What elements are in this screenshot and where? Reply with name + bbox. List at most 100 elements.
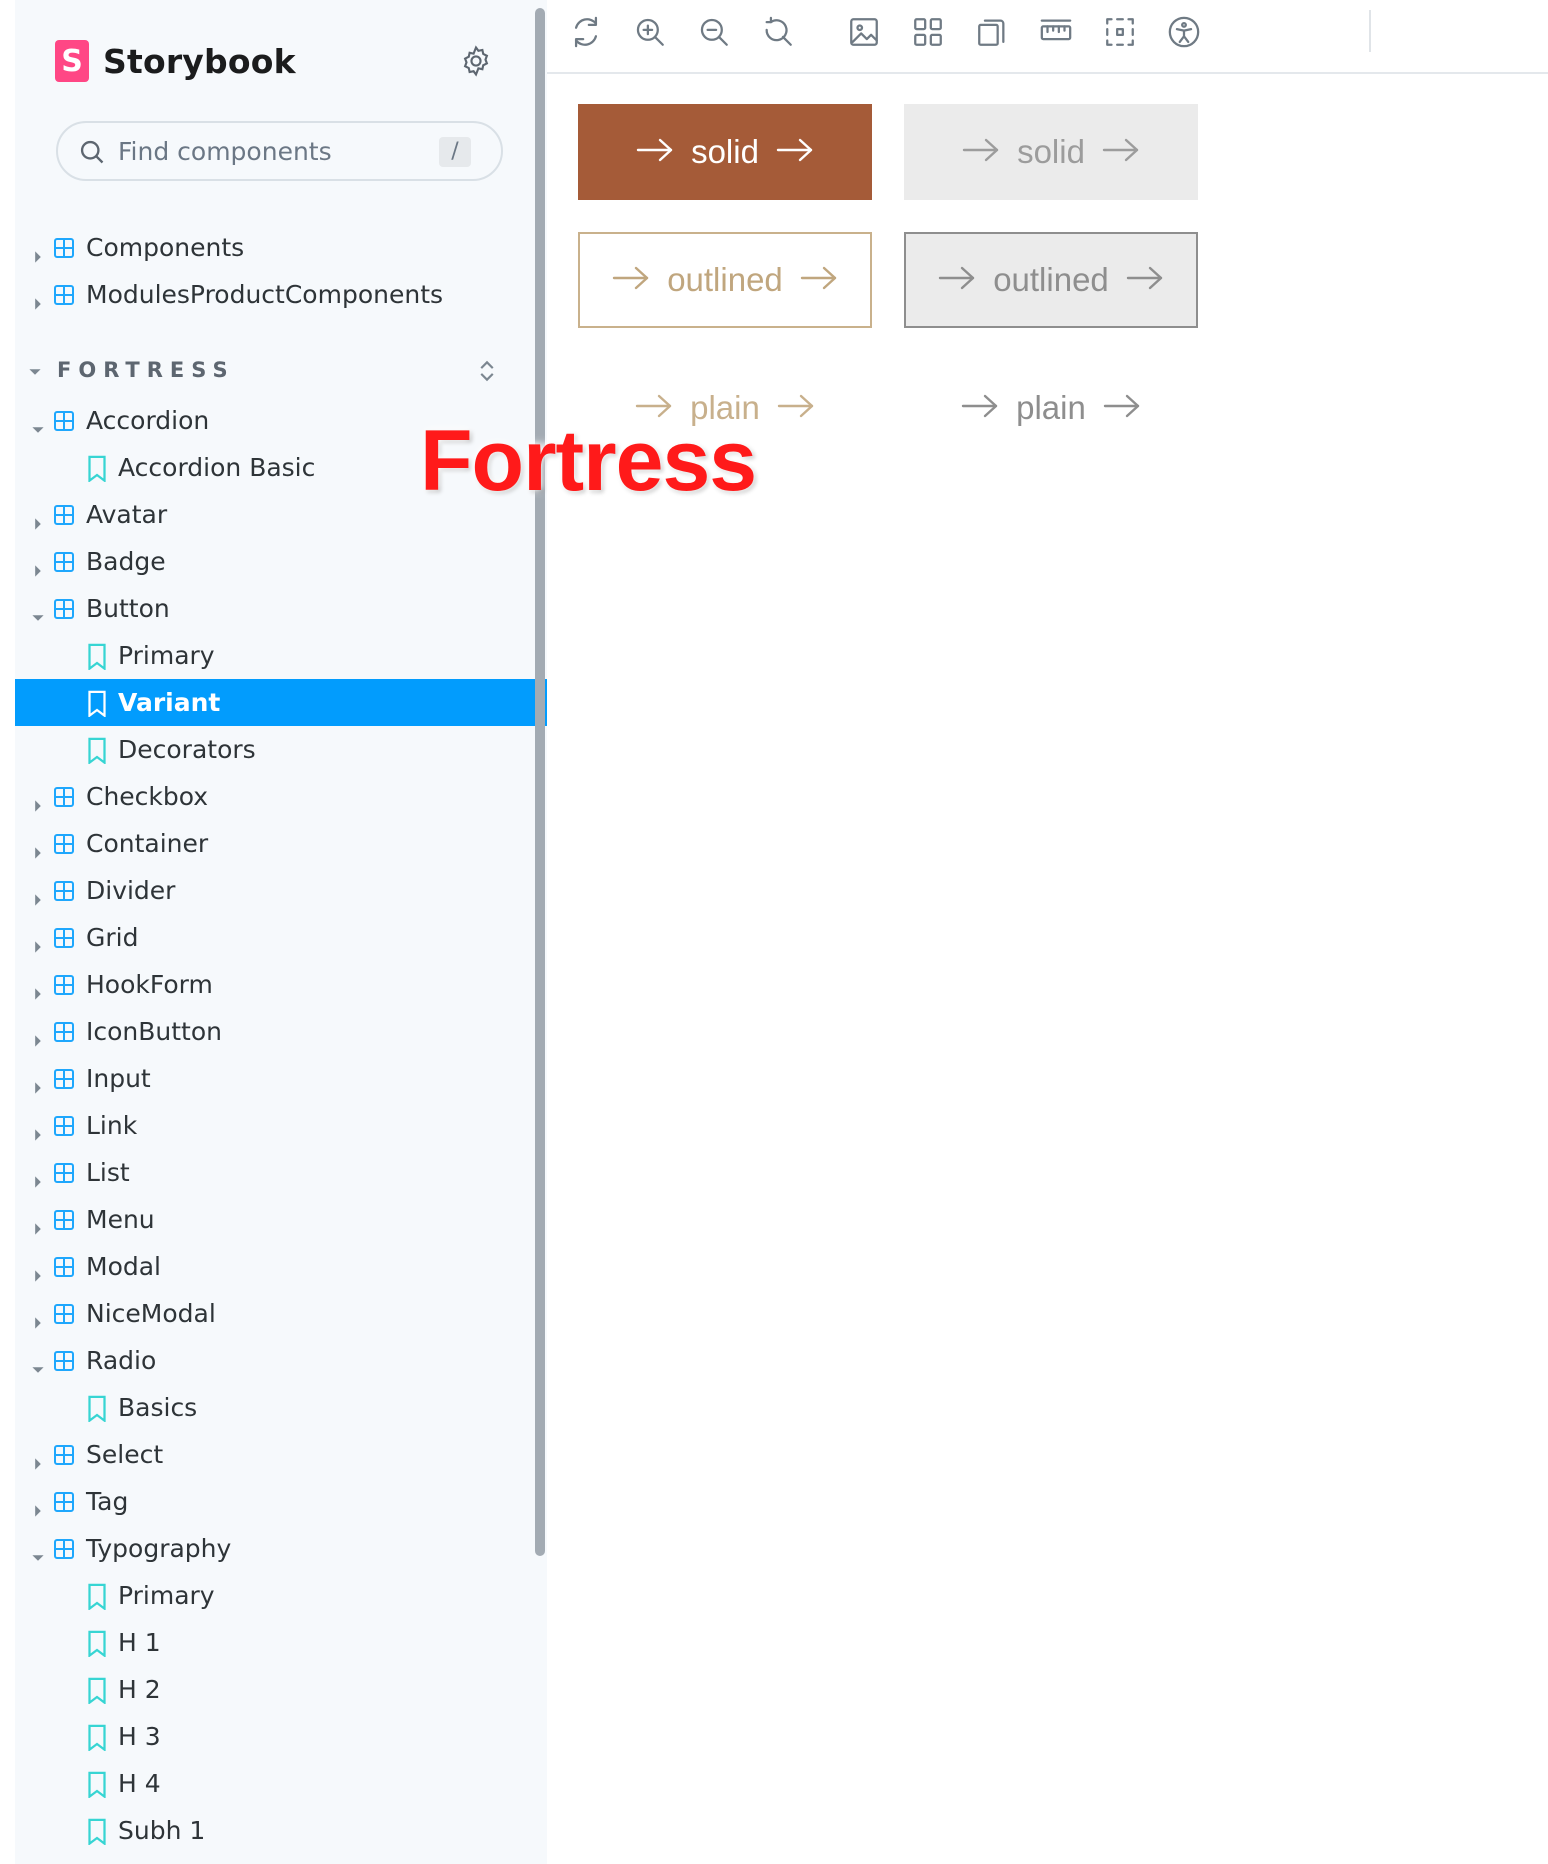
sidebar-item-button[interactable]: Button [15, 585, 547, 632]
sidebar-item-label: Button [86, 594, 170, 623]
arrow-right-icon [799, 261, 839, 299]
story-item-label: H 1 [118, 1628, 161, 1657]
zoom-in-icon[interactable] [633, 15, 669, 51]
sidebar-item-divider[interactable]: Divider [15, 867, 547, 914]
story-item-variant[interactable]: Variant [15, 679, 547, 726]
sidebar-item-typography[interactable]: Typography [15, 1525, 547, 1572]
sidebar-item-label: Menu [86, 1205, 155, 1234]
sidebar-item-label: Avatar [86, 500, 168, 529]
sidebar-item-container[interactable]: Container [15, 820, 547, 867]
sidebar-item-iconbutton[interactable]: IconButton [15, 1008, 547, 1055]
story-item-basics[interactable]: Basics [15, 1384, 547, 1431]
viewport-icon[interactable] [975, 15, 1011, 51]
search-field[interactable]: Find components / [56, 121, 503, 181]
sidebar-item-label: Checkbox [86, 782, 209, 811]
chevron-right-icon [31, 1307, 45, 1329]
chevron-right-icon [31, 288, 45, 310]
accessibility-icon[interactable] [1167, 15, 1203, 51]
reset-zoom-icon[interactable] [761, 15, 797, 51]
chevron-right-icon [31, 1025, 45, 1047]
chevron-right-icon [31, 884, 45, 906]
component-icon [52, 409, 76, 433]
story-item-label: Decorators [118, 735, 256, 764]
background-icon[interactable] [847, 15, 883, 51]
sidebar-item-link[interactable]: Link [15, 1102, 547, 1149]
bookmark-icon [87, 690, 107, 718]
story-item-decorators[interactable]: Decorators [15, 726, 547, 773]
chevron-down-icon [31, 1354, 45, 1373]
story-item-label: Primary [118, 1581, 215, 1610]
sidebar-item-label: Typography [86, 1534, 232, 1563]
story-item-label: Accordion Basic [118, 453, 316, 482]
chevron-down-icon [29, 369, 41, 375]
chevron-right-icon [31, 1260, 45, 1282]
sidebar-item-checkbox[interactable]: Checkbox [15, 773, 547, 820]
component-icon [52, 785, 76, 809]
sidebar-item-list[interactable]: List [15, 1149, 547, 1196]
story-item-subh-1[interactable]: Subh 1 [15, 1807, 547, 1854]
story-item-primary[interactable]: Primary [15, 632, 547, 679]
chevron-right-icon [31, 1213, 45, 1235]
sidebar-scrollbar[interactable] [535, 8, 545, 1556]
zoom-out-icon[interactable] [697, 15, 733, 51]
expand-collapse-icon[interactable] [478, 358, 496, 384]
section-label: FORTRESS [57, 358, 235, 382]
section-fortress[interactable]: FORTRESS [15, 352, 547, 392]
arrow-right-icon [635, 133, 675, 171]
sidebar-item-menu[interactable]: Menu [15, 1196, 547, 1243]
sidebar-item-grid[interactable]: Grid [15, 914, 547, 961]
component-icon [52, 1349, 76, 1373]
sidebar-item-hookform[interactable]: HookForm [15, 961, 547, 1008]
story-item-h-4[interactable]: H 4 [15, 1760, 547, 1807]
button-label: outlined [667, 261, 783, 298]
arrow-right-icon [960, 389, 1000, 427]
brand[interactable]: S Storybook [55, 40, 296, 82]
arrow-right-icon [1102, 389, 1142, 427]
search-input[interactable]: Find components [118, 137, 332, 166]
outlined-button-disabled: outlined [904, 232, 1198, 328]
chevron-right-icon [31, 1166, 45, 1188]
sidebar-item-radio[interactable]: Radio [15, 1337, 547, 1384]
sidebar-item-tag[interactable]: Tag [15, 1478, 547, 1525]
bookmark-icon [87, 1395, 107, 1423]
story-item-h-3[interactable]: H 3 [15, 1713, 547, 1760]
sidebar-item-label: HookForm [86, 970, 213, 999]
grid-icon[interactable] [911, 15, 947, 51]
solid-button[interactable]: solid [578, 104, 872, 200]
component-icon [52, 1161, 76, 1185]
sidebar-item-label: Container [86, 829, 209, 858]
component-icon [52, 832, 76, 856]
sidebar-item-input[interactable]: Input [15, 1055, 547, 1102]
bookmark-icon [87, 737, 107, 765]
measure-icon[interactable] [1039, 15, 1075, 51]
bookmark-icon [87, 1583, 107, 1611]
sidebar-item-label: Input [86, 1064, 151, 1093]
button-label: solid [1017, 133, 1085, 170]
component-icon [52, 1020, 76, 1044]
storybook-logo-icon: S [55, 40, 89, 82]
outline-icon[interactable] [1103, 15, 1139, 51]
settings-gear-icon[interactable] [459, 44, 493, 78]
story-item-h-1[interactable]: H 1 [15, 1619, 547, 1666]
outlined-button[interactable]: outlined [578, 232, 872, 328]
component-icon [52, 1490, 76, 1514]
sidebar-item-label: Link [86, 1111, 138, 1140]
story-item-primary[interactable]: Primary [15, 1572, 547, 1619]
chevron-right-icon [31, 837, 45, 859]
arrow-right-icon [937, 261, 977, 299]
sidebar-item-select[interactable]: Select [15, 1431, 547, 1478]
component-icon [52, 1114, 76, 1138]
sidebar-item-label: Radio [86, 1346, 157, 1375]
chevron-right-icon [31, 241, 45, 263]
story-item-h-2[interactable]: H 2 [15, 1666, 547, 1713]
sidebar-item-components[interactable]: Components [15, 224, 547, 271]
sidebar-item-badge[interactable]: Badge [15, 538, 547, 585]
story-item-label: H 2 [118, 1675, 161, 1704]
component-icon [52, 1302, 76, 1326]
sidebar-item-nicemodal[interactable]: NiceModal [15, 1290, 547, 1337]
component-icon [52, 550, 76, 574]
sidebar-item-modulesproductcomponents[interactable]: ModulesProductComponents [15, 271, 547, 318]
sidebar-item-modal[interactable]: Modal [15, 1243, 547, 1290]
sidebar-item-label: Select [86, 1440, 164, 1469]
reload-icon[interactable] [569, 15, 605, 51]
